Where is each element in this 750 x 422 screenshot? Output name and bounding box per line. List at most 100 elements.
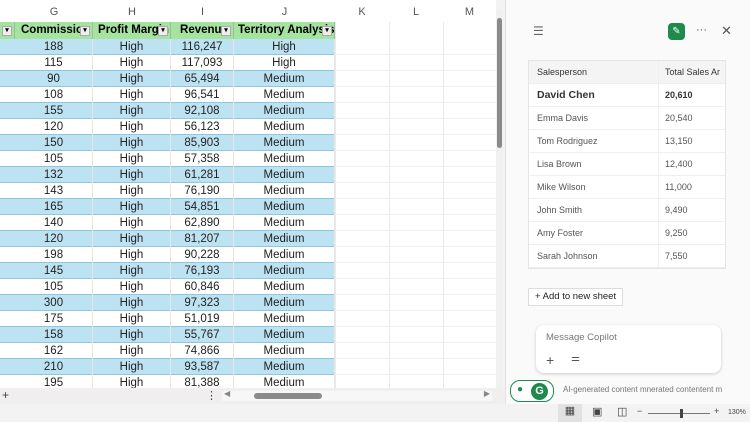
table-cell[interactable]: Medium — [234, 87, 335, 103]
table-cell[interactable]: Medium — [234, 231, 335, 247]
table-cell[interactable]: 117,093 — [171, 55, 234, 71]
column-header-J[interactable]: J — [234, 6, 335, 22]
table-cell[interactable]: 81,388 — [171, 375, 234, 388]
table-cell[interactable]: High — [93, 359, 171, 375]
table-cell[interactable]: Medium — [234, 295, 335, 311]
table-cell[interactable]: 195 — [15, 375, 93, 388]
table-cell[interactable]: Medium — [234, 247, 335, 263]
table-cell[interactable]: Medium — [234, 359, 335, 375]
table-cell[interactable]: High — [93, 55, 171, 71]
table-cell[interactable]: High — [93, 199, 171, 215]
table-cell[interactable]: 55,767 — [171, 327, 234, 343]
table-cell[interactable]: 143 — [15, 183, 93, 199]
page-break-icon[interactable]: ◫ — [617, 405, 627, 418]
table-cell[interactable]: High — [234, 39, 335, 55]
table-cell[interactable]: 120 — [15, 231, 93, 247]
table-cell[interactable]: 198 — [15, 247, 93, 263]
table-cell[interactable]: 93,587 — [171, 359, 234, 375]
spreadsheet-grid[interactable]: GHIJKLMn▾Commission▾Profit Margin▾Revenu… — [0, 0, 496, 388]
table-cell[interactable]: 62,890 — [171, 215, 234, 231]
table-cell[interactable]: High — [234, 55, 335, 71]
table-cell[interactable]: 158 — [15, 327, 93, 343]
table-cell[interactable]: 105 — [15, 279, 93, 295]
table-cell[interactable]: High — [93, 151, 171, 167]
table-cell[interactable]: Medium — [234, 119, 335, 135]
table-cell[interactable]: High — [93, 167, 171, 183]
table-cell[interactable]: Medium — [234, 167, 335, 183]
table-cell[interactable]: Medium — [234, 183, 335, 199]
add-sheet-button[interactable]: + — [2, 388, 9, 402]
filter-dropdown-icon[interactable]: ▾ — [158, 26, 168, 36]
table-cell[interactable]: Medium — [234, 327, 335, 343]
table-cell[interactable]: 74,866 — [171, 343, 234, 359]
table-cell[interactable]: 57,358 — [171, 151, 234, 167]
table-cell[interactable]: High — [93, 215, 171, 231]
table-cell[interactable]: 61,281 — [171, 167, 234, 183]
menu-icon[interactable]: ☰ — [533, 24, 544, 38]
table-cell[interactable]: 105 — [15, 151, 93, 167]
table-cell[interactable]: 92,108 — [171, 103, 234, 119]
vertical-scroll-thumb[interactable] — [497, 18, 502, 148]
table-cell[interactable]: 140 — [15, 215, 93, 231]
table-cell[interactable]: High — [93, 247, 171, 263]
more-options-icon[interactable]: ⋮ — [206, 389, 217, 402]
filter-dropdown-icon[interactable]: ▾ — [221, 26, 231, 36]
add-to-new-sheet-button[interactable]: + Add to new sheet — [528, 288, 623, 306]
zoom-level[interactable]: 130% — [728, 409, 746, 416]
table-cell[interactable]: 76,190 — [171, 183, 234, 199]
table-cell[interactable]: High — [93, 119, 171, 135]
table-cell[interactable]: High — [93, 39, 171, 55]
column-header-G[interactable]: G — [15, 6, 93, 22]
table-cell[interactable]: 210 — [15, 359, 93, 375]
attach-plus-icon[interactable]: + — [546, 352, 554, 368]
column-header-K[interactable]: K — [335, 6, 389, 22]
table-cell[interactable]: Medium — [234, 311, 335, 327]
table-cell[interactable]: Medium — [234, 375, 335, 388]
zoom-out-button[interactable]: − — [637, 406, 642, 416]
table-header-cell[interactable]: Commission ▾ — [15, 22, 93, 39]
table-cell[interactable]: Medium — [234, 135, 335, 151]
table-cell[interactable]: High — [93, 295, 171, 311]
table-cell[interactable]: 76,193 — [171, 263, 234, 279]
zoom-slider-thumb[interactable] — [680, 409, 683, 418]
close-icon[interactable]: ✕ — [721, 23, 732, 39]
table-cell[interactable]: 150 — [15, 135, 93, 151]
filter-dropdown-icon[interactable]: ▾ — [2, 26, 12, 36]
table-cell[interactable]: High — [93, 103, 171, 119]
table-cell[interactable]: 90 — [15, 71, 93, 87]
table-cell[interactable]: 108 — [15, 87, 93, 103]
normal-view-icon[interactable]: ▦ — [558, 404, 582, 422]
table-cell[interactable]: High — [93, 327, 171, 343]
table-cell[interactable]: 65,494 — [171, 71, 234, 87]
column-header-M[interactable]: M — [443, 6, 496, 22]
horizontal-scrollbar[interactable]: ◀ ▶ — [222, 389, 492, 401]
column-header-H[interactable]: H — [93, 6, 171, 22]
table-cell[interactable]: Medium — [234, 263, 335, 279]
table-cell[interactable]: High — [93, 87, 171, 103]
table-cell[interactable]: Medium — [234, 215, 335, 231]
table-cell[interactable]: High — [93, 375, 171, 388]
column-header-L[interactable]: L — [389, 6, 443, 22]
table-cell[interactable]: 81,207 — [171, 231, 234, 247]
table-cell[interactable]: 97,323 — [171, 295, 234, 311]
filter-dropdown-icon[interactable]: ▾ — [322, 26, 332, 36]
table-cell[interactable]: 85,903 — [171, 135, 234, 151]
grammarly-widget[interactable]: ● G — [510, 380, 554, 402]
filter-dropdown-icon[interactable]: ▾ — [80, 26, 90, 36]
table-cell[interactable]: 162 — [15, 343, 93, 359]
horizontal-scroll-thumb[interactable] — [254, 393, 322, 399]
more-icon[interactable]: ··· — [696, 24, 707, 36]
table-cell[interactable]: Medium — [234, 199, 335, 215]
page-layout-icon[interactable]: ▣ — [592, 405, 602, 418]
table-cell[interactable]: High — [93, 343, 171, 359]
table-header-cell[interactable]: Revenue ▾ — [171, 22, 234, 39]
table-cell[interactable]: 300 — [15, 295, 93, 311]
table-cell[interactable]: 165 — [15, 199, 93, 215]
table-cell[interactable]: 155 — [15, 103, 93, 119]
settings-sliders-icon[interactable]: ⚌ — [571, 353, 580, 364]
message-input[interactable]: Message Copilot — [546, 332, 617, 343]
table-cell[interactable]: Medium — [234, 71, 335, 87]
message-box[interactable]: Message Copilot + ⚌ — [536, 325, 721, 373]
table-cell[interactable]: 175 — [15, 311, 93, 327]
table-header-cell[interactable]: Profit Margin ▾ — [93, 22, 171, 39]
